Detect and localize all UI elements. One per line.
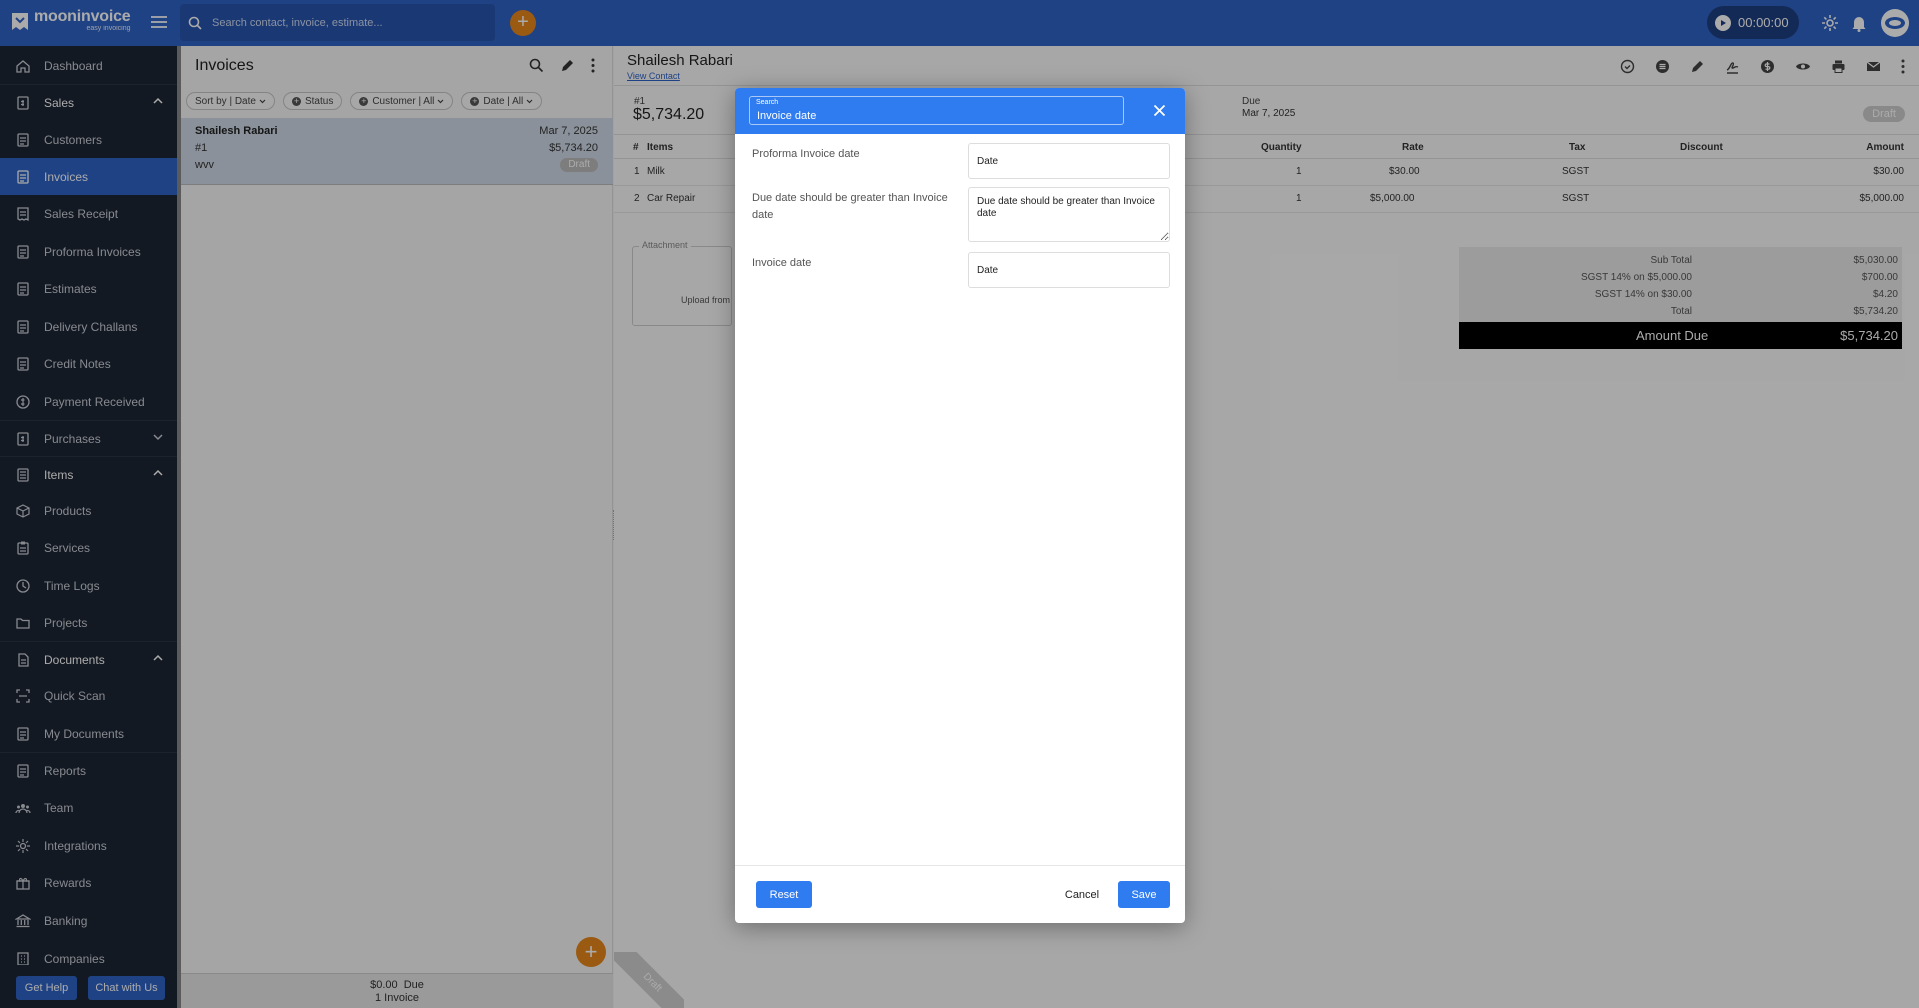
proforma-date-field[interactable] [968,143,1170,179]
dialog-search-input[interactable] [757,108,1117,123]
cancel-button[interactable]: Cancel [1057,881,1107,908]
due-date-message-field[interactable]: Due date should be greater than Invoice … [968,187,1170,242]
close-icon[interactable] [1153,104,1166,117]
dialog-search: Search [749,96,1124,125]
setting-label: Invoice date [752,257,812,269]
dialog-search-label: Search [756,99,779,106]
reset-button[interactable]: Reset [756,881,812,908]
dialog-header: Search [735,88,1185,134]
search-settings-dialog: Search Proforma Invoice date Due date sh… [735,88,1185,923]
setting-label: Due date should be greater than Invoice … [752,192,948,221]
setting-label: Proforma Invoice date [752,148,860,160]
dialog-footer-divider [735,865,1185,866]
save-button[interactable]: Save [1118,881,1170,908]
invoice-date-field[interactable] [968,252,1170,288]
